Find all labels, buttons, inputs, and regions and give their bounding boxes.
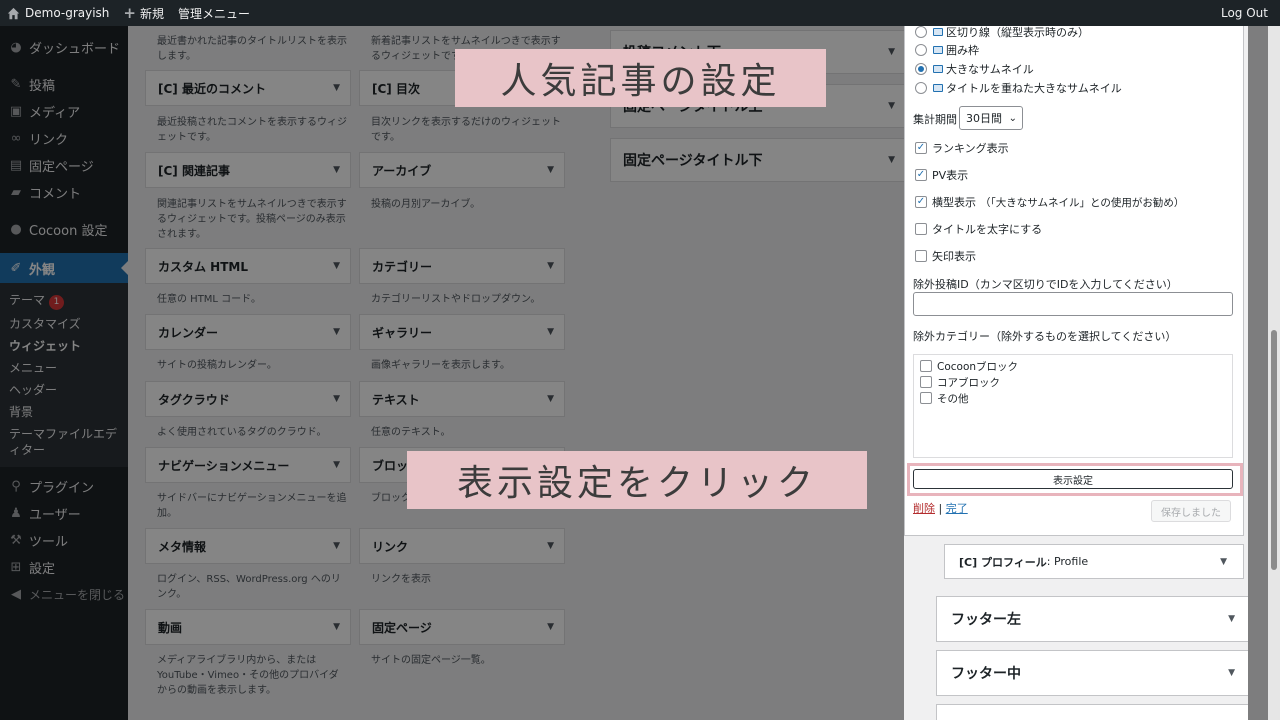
saved-button[interactable]: 保存しました xyxy=(1151,500,1231,522)
exclude-ids-input[interactable] xyxy=(913,292,1233,316)
radio-button[interactable] xyxy=(915,44,927,56)
logout-label: Log Out xyxy=(1220,6,1268,20)
new-label: 新規 xyxy=(139,6,164,21)
delete-link[interactable]: 削除 xyxy=(913,502,935,515)
checkbox-label: ランキング表示 xyxy=(932,142,1009,155)
exclude-categories-list[interactable]: Cocoonブロック コアブロック その他 xyxy=(913,354,1233,458)
category-option[interactable]: その他 xyxy=(920,391,969,405)
display-style-option[interactable]: タイトルを重ねた大きなサムネイル xyxy=(915,80,1122,96)
period-select[interactable]: 30日間 ⌄ xyxy=(959,106,1023,130)
logout-link[interactable]: Log Out xyxy=(1214,0,1280,26)
image-icon xyxy=(933,65,943,73)
ranking-checkbox-row[interactable]: ✓ ランキング表示 xyxy=(915,140,1009,156)
checkbox[interactable]: ✓ xyxy=(915,169,927,181)
checkbox[interactable] xyxy=(920,360,932,372)
chevron-down-icon: ⌄ xyxy=(1008,112,1017,124)
caret-down-icon: ▼ xyxy=(1228,614,1235,624)
radio-button[interactable] xyxy=(915,26,927,38)
scrollbar-thumb[interactable] xyxy=(1271,330,1277,570)
category-option[interactable]: Cocoonブロック xyxy=(920,359,1018,373)
checkbox[interactable] xyxy=(915,223,927,235)
plus-icon: + xyxy=(123,4,136,22)
radio-button[interactable] xyxy=(915,82,927,94)
display-style-option[interactable]: 大きなサムネイル xyxy=(915,61,1034,77)
display-style-option[interactable]: 区切り線（縦型表示時のみ） xyxy=(915,26,1089,40)
category-label: Cocoonブロック xyxy=(937,360,1019,373)
exclude-ids-label: 除外投稿ID（カンマ区切りでIDを入力してください） xyxy=(913,278,1178,291)
manage-menu-label: 管理メニュー xyxy=(178,6,251,21)
checkbox-note: （「大きなサムネイル」との使用がお勧め） xyxy=(980,196,1185,209)
bold-title-checkbox-row[interactable]: タイトルを太字にする xyxy=(915,221,1042,237)
popular-posts-widget-panel: 区切り線（縦型表示時のみ） 囲み枠 大きなサムネイル タイトルを重ねた大きなサム… xyxy=(904,26,1248,720)
caret-down-icon: ▼ xyxy=(1220,556,1227,567)
site-name-link[interactable]: Demo-grayish xyxy=(0,0,116,26)
period-label: 集計期間 xyxy=(913,113,957,126)
exclude-cats-label: 除外カテゴリー（除外するものを選択してください） xyxy=(913,330,1177,343)
category-label: コアブロック xyxy=(937,376,1000,389)
checkbox-label: タイトルを太字にする xyxy=(932,223,1043,236)
pv-checkbox-row[interactable]: ✓ PV表示 xyxy=(915,167,968,183)
option-label: 大きなサムネイル xyxy=(946,63,1034,76)
profile-widget[interactable]: [C] プロフィール : Profile ▼ xyxy=(944,544,1244,579)
link-separator: | xyxy=(938,502,943,515)
annotation-click-display: 表示設定をクリック xyxy=(407,451,867,509)
radio-button[interactable] xyxy=(915,63,927,75)
checkbox[interactable] xyxy=(915,250,927,262)
option-label: 囲み枠 xyxy=(946,44,979,57)
category-label: その他 xyxy=(937,392,969,405)
option-label: 区切り線（縦型表示時のみ） xyxy=(946,26,1089,39)
checkbox-label: 横型表示 xyxy=(932,196,976,209)
annotation-popular-settings: 人気記事の設定 xyxy=(455,49,826,107)
checkbox[interactable] xyxy=(920,392,932,404)
arrow-checkbox-row[interactable]: 矢印表示 xyxy=(915,248,976,264)
area-title: フッター左 xyxy=(951,612,1021,628)
image-icon xyxy=(933,28,943,36)
image-icon xyxy=(933,46,943,54)
display-settings-button[interactable]: 表示設定 xyxy=(913,469,1233,489)
category-option[interactable]: コアブロック xyxy=(920,375,1000,389)
image-icon xyxy=(933,84,943,92)
home-icon xyxy=(7,7,20,20)
widget-subtitle: : Profile xyxy=(1046,555,1089,568)
new-content-link[interactable]: + 新規 xyxy=(116,0,171,26)
area-footer-center[interactable]: フッター中 ▼ xyxy=(936,650,1248,696)
option-label: タイトルを重ねた大きなサムネイル xyxy=(946,82,1122,95)
widget-settings-form: 区切り線（縦型表示時のみ） 囲み枠 大きなサムネイル タイトルを重ねた大きなサム… xyxy=(904,26,1244,536)
widget-title: [C] プロフィール xyxy=(959,555,1047,569)
admin-bar: Demo-grayish + 新規 管理メニュー Log Out xyxy=(0,0,1280,26)
caret-down-icon: ▼ xyxy=(1228,668,1235,678)
period-value: 30日間 xyxy=(966,112,1002,125)
area-footer-next[interactable] xyxy=(936,704,1248,720)
area-title: フッター中 xyxy=(951,666,1021,682)
checkbox-label: 矢印表示 xyxy=(932,250,976,263)
horizontal-checkbox-row[interactable]: ✓ 横型表示 （「大きなサムネイル」との使用がお勧め） xyxy=(915,194,1184,210)
checkbox[interactable]: ✓ xyxy=(915,142,927,154)
checkbox-label: PV表示 xyxy=(932,169,969,182)
widget-control-links: 削除 | 完了 xyxy=(913,500,968,516)
page-scrollbar[interactable] xyxy=(1268,26,1280,720)
site-name: Demo-grayish xyxy=(25,6,110,20)
checkbox[interactable]: ✓ xyxy=(915,196,927,208)
done-link[interactable]: 完了 xyxy=(946,502,968,515)
display-style-option[interactable]: 囲み枠 xyxy=(915,42,979,58)
area-footer-left[interactable]: フッター左 ▼ xyxy=(936,596,1248,642)
manage-menu-link[interactable]: 管理メニュー xyxy=(171,0,257,26)
checkbox[interactable] xyxy=(920,376,932,388)
